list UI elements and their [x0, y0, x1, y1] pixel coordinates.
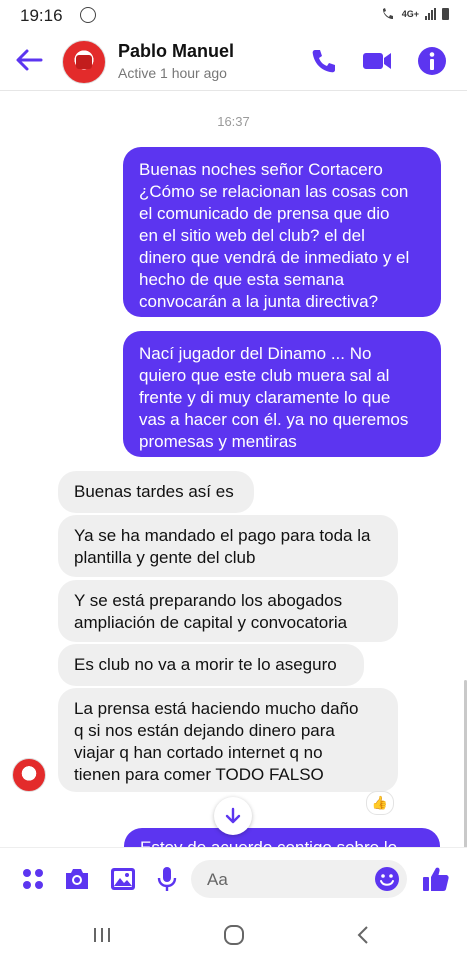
sender-avatar[interactable] — [12, 758, 46, 792]
contact-status: Active 1 hour ago — [118, 65, 227, 81]
mic-icon[interactable] — [152, 864, 182, 894]
status-bar: 19:16 4G+ — [0, 0, 467, 32]
message-timestamp: 16:37 — [217, 114, 250, 129]
system-back-icon[interactable] — [344, 921, 384, 949]
status-time: 19:16 — [20, 6, 63, 25]
chat-header: Pablo Manuel Active 1 hour ago — [0, 32, 467, 91]
video-icon[interactable] — [360, 44, 394, 78]
signal-icon — [425, 8, 436, 20]
contact-name[interactable]: Pablo Manuel — [118, 41, 234, 62]
image-icon[interactable] — [108, 864, 138, 894]
incoming-message[interactable]: Ya se ha mandado el pago para toda la pl… — [58, 515, 398, 577]
back-arrow-icon[interactable] — [14, 46, 44, 74]
contact-avatar[interactable] — [62, 40, 106, 84]
scroll-down-button[interactable] — [214, 797, 252, 835]
like-reaction-icon[interactable]: 👍 — [366, 791, 394, 815]
message-input[interactable] — [205, 869, 359, 891]
messenger-notification-icon — [80, 7, 96, 23]
incoming-message[interactable]: Buenas tardes así es — [58, 471, 254, 513]
home-icon[interactable] — [214, 921, 254, 949]
outgoing-message[interactable]: Nací jugador del Dinamo ... No quiero qu… — [123, 331, 441, 457]
camera-icon[interactable] — [62, 864, 92, 894]
message-input-container[interactable] — [191, 860, 407, 898]
incoming-message[interactable]: Es club no va a morir te lo aseguro — [58, 644, 364, 686]
incoming-message[interactable]: La prensa está haciendo mucho daño q si … — [58, 688, 398, 792]
apps-icon[interactable] — [18, 864, 48, 894]
phone-icon[interactable] — [306, 44, 340, 78]
recent-apps-icon[interactable] — [82, 921, 122, 949]
wifi-call-icon — [382, 8, 393, 19]
battery-icon — [442, 8, 449, 20]
incoming-message[interactable]: Y se está preparando los abogados amplia… — [58, 580, 398, 642]
info-icon[interactable] — [415, 44, 449, 78]
network-label: 4G+ — [401, 9, 419, 19]
chevron-down-icon — [225, 807, 241, 824]
like-icon[interactable] — [421, 864, 451, 894]
message-composer — [0, 847, 467, 910]
emoji-icon[interactable] — [373, 865, 401, 893]
status-indicators: 4G+ — [380, 7, 449, 21]
outgoing-message[interactable]: Buenas noches señor Cortacero ¿Cómo se r… — [123, 147, 441, 317]
system-navigation-bar — [0, 909, 467, 960]
